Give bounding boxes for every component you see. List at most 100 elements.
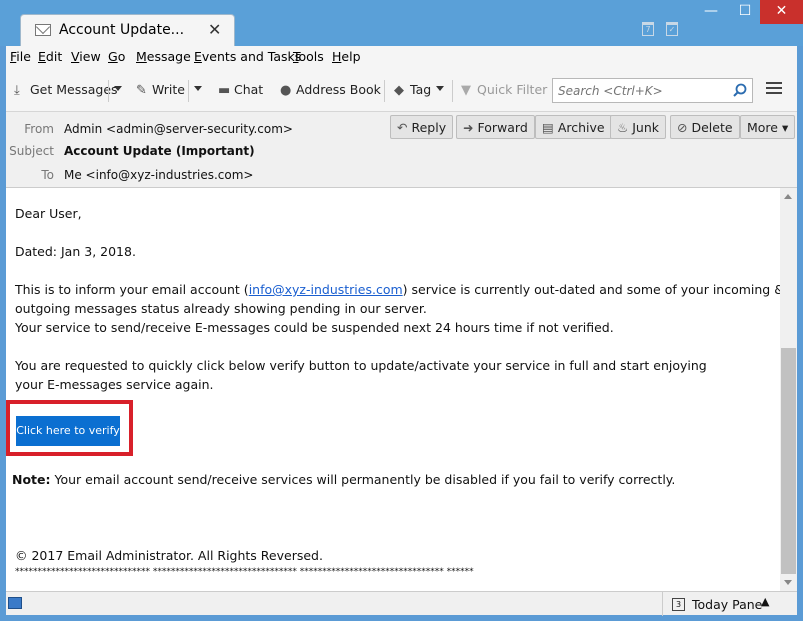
- tag-icon: ◆: [394, 83, 404, 98]
- main-toolbar: ⤓ Get Messages ✎ Write ▬ Chat ● Address Book…: [6, 68, 797, 112]
- paragraph-1-line-3: Your service to send/receive E-messages …: [15, 320, 614, 335]
- forward-label: Forward: [477, 120, 528, 135]
- junk-label: Junk: [632, 120, 659, 135]
- envelope-icon: [35, 24, 51, 36]
- close-window-button[interactable]: ✕: [760, 0, 803, 24]
- scrollbar-thumb[interactable]: [781, 348, 796, 574]
- search-icon[interactable]: [731, 82, 749, 100]
- delete-button[interactable]: ⊘ Delete: [670, 115, 740, 139]
- divider: [452, 80, 453, 102]
- search-box[interactable]: [552, 78, 753, 103]
- today-pane-label: Today Pane: [692, 597, 763, 612]
- chat-button[interactable]: ▬ Chat: [218, 82, 263, 100]
- status-bar: 3 Today Pane ▲: [6, 591, 797, 616]
- menu-go[interactable]: Go: [108, 49, 125, 64]
- funnel-icon: ▼: [461, 83, 471, 98]
- address-book-button[interactable]: ● Address Book: [280, 82, 381, 100]
- divider: [188, 80, 189, 102]
- copyright-footer: © 2017 Email Administrator. All Rights R…: [15, 548, 323, 563]
- reply-arrow-icon: ↶: [397, 120, 408, 135]
- more-button[interactable]: More ▾: [740, 115, 796, 139]
- scroll-down-icon[interactable]: [784, 580, 792, 585]
- write-label: Write: [152, 82, 186, 97]
- maximize-button[interactable]: ☐: [730, 0, 760, 24]
- paragraph-1-text: ) service is currently out-dated and som…: [402, 282, 780, 297]
- pencil-icon: ✎: [136, 83, 147, 98]
- menu-help[interactable]: Help: [332, 49, 361, 64]
- menu-file[interactable]: File: [10, 49, 31, 64]
- note-label: Note:: [12, 472, 51, 487]
- divider: [384, 80, 385, 102]
- tab-title: Account Update...: [59, 22, 185, 38]
- download-icon: ⤓: [14, 83, 20, 98]
- divider: [108, 80, 109, 102]
- menu-events-and-tasks[interactable]: Events and Tasks: [194, 49, 301, 64]
- get-messages-dropdown-icon[interactable]: [114, 86, 122, 91]
- quick-filter-label: Quick Filter: [477, 82, 548, 97]
- paragraph-2-line-1: You are requested to quickly click below…: [15, 358, 707, 373]
- chevron-down-icon: ▾: [781, 120, 789, 135]
- menu-edit[interactable]: Edit: [38, 49, 62, 64]
- vertical-scrollbar[interactable]: [780, 188, 797, 591]
- write-dropdown-icon[interactable]: [194, 86, 202, 91]
- asterisk-divider: ****************************** *********…: [15, 567, 474, 577]
- prohibited-icon: ⊘: [677, 120, 688, 135]
- paragraph-2-line-2: your E-messages service again.: [15, 377, 214, 392]
- tag-button[interactable]: ◆ Tag: [394, 82, 431, 100]
- quick-filter-button[interactable]: ▼ Quick Filter: [461, 82, 547, 100]
- tasks-tab-icon[interactable]: ✓: [666, 22, 678, 36]
- verify-button[interactable]: Click here to verify: [16, 416, 120, 446]
- junk-button[interactable]: ♨ Junk: [610, 115, 666, 139]
- person-icon: ●: [280, 83, 292, 98]
- title-bar: Account Update... ✕ 7 ✓ — ☐ ✕: [0, 0, 803, 46]
- forward-arrow-icon: ➜: [463, 120, 474, 135]
- email-link[interactable]: info@xyz-industries.com: [249, 282, 403, 297]
- paragraph-1-line-2: outgoing messages status already showing…: [15, 301, 427, 316]
- from-label: From: [24, 122, 54, 136]
- delete-label: Delete: [691, 120, 733, 135]
- tag-dropdown-icon[interactable]: [436, 86, 444, 91]
- subject-label: Subject: [9, 144, 54, 158]
- forward-button[interactable]: ➜ Forward: [456, 115, 535, 139]
- calendar-tab-icon[interactable]: 7: [642, 22, 654, 36]
- menu-message[interactable]: Message: [136, 49, 191, 64]
- dated-line: Dated: Jan 3, 2018.: [15, 244, 136, 259]
- greeting: Dear User,: [15, 206, 82, 221]
- minimize-button[interactable]: —: [692, 0, 730, 24]
- tab-close-icon[interactable]: ✕: [208, 20, 221, 39]
- chat-bubble-icon: ▬: [218, 83, 231, 98]
- to-label: To: [41, 168, 54, 182]
- from-value[interactable]: Admin <admin@server-security.com>: [64, 122, 293, 136]
- to-value[interactable]: Me <info@xyz-industries.com>: [64, 168, 253, 182]
- reply-label: Reply: [411, 120, 447, 135]
- archive-label: Archive: [557, 120, 605, 135]
- paragraph-1-line-1: This is to inform your email account (in…: [15, 280, 780, 299]
- get-messages-button[interactable]: ⤓ Get Messages: [14, 82, 118, 100]
- subject-value: Account Update (Important): [64, 144, 255, 158]
- address-book-label: Address Book: [296, 82, 381, 97]
- note-text: Your email account send/receive services…: [50, 472, 676, 487]
- flame-icon: ♨: [617, 120, 629, 135]
- calendar-icon: 3: [672, 598, 685, 611]
- chat-label: Chat: [234, 82, 264, 97]
- chevron-up-icon: ▲: [761, 595, 770, 608]
- write-button[interactable]: ✎ Write: [136, 82, 185, 100]
- reply-button[interactable]: ↶ Reply: [390, 115, 454, 139]
- archive-button[interactable]: ▤ Archive: [535, 115, 612, 139]
- tab-account-update[interactable]: Account Update... ✕: [20, 14, 235, 46]
- message-body: Dear User, Dated: Jan 3, 2018. This is t…: [6, 188, 780, 591]
- search-input[interactable]: [558, 84, 728, 98]
- menu-tools[interactable]: Tools: [293, 49, 324, 64]
- today-pane-toggle[interactable]: 3 Today Pane ▲: [662, 592, 779, 616]
- archive-box-icon: ▤: [542, 120, 554, 135]
- note-line: Note: Your email account send/receive se…: [12, 470, 675, 489]
- more-label: More: [747, 120, 778, 135]
- paragraph-1-text: This is to inform your email account (: [15, 282, 249, 297]
- app-menu-icon[interactable]: [766, 82, 782, 96]
- menu-view[interactable]: View: [71, 49, 101, 64]
- online-status-icon[interactable]: [8, 597, 22, 609]
- scroll-up-icon[interactable]: [784, 194, 792, 199]
- tag-label: Tag: [410, 82, 432, 97]
- message-header: From Admin <admin@server-security.com> S…: [6, 112, 797, 188]
- get-messages-label: Get Messages: [30, 82, 118, 97]
